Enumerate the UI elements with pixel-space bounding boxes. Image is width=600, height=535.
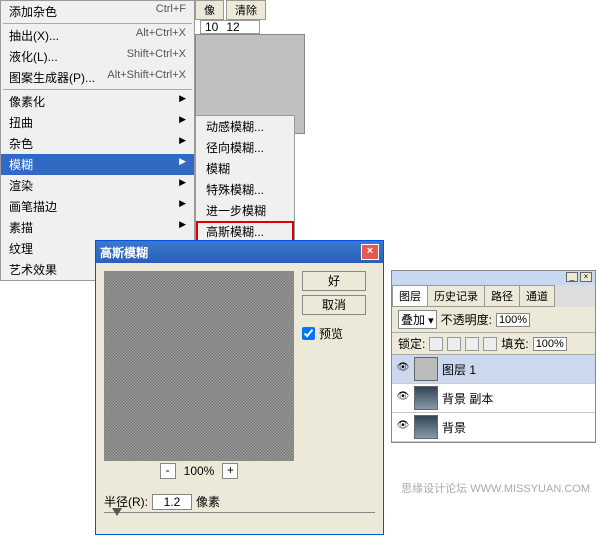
- sub-motion-blur[interactable]: 动感模糊...: [196, 116, 294, 137]
- panel-close-icon[interactable]: ×: [580, 272, 592, 282]
- sub-radial-blur[interactable]: 径向模糊...: [196, 137, 294, 158]
- ok-button[interactable]: 好: [302, 271, 366, 291]
- zoom-in-button[interactable]: +: [222, 463, 238, 479]
- menu-brush[interactable]: 画笔描边: [1, 196, 194, 217]
- dialog-title: 高斯模糊: [100, 244, 148, 261]
- lock-all-icon[interactable]: [483, 337, 497, 351]
- menu-add-noise[interactable]: 添加杂色Ctrl+F: [1, 1, 194, 22]
- menu-distort[interactable]: 扭曲: [1, 112, 194, 133]
- tab-channels[interactable]: 通道: [519, 285, 555, 307]
- blur-submenu: 动感模糊... 径向模糊... 模糊 特殊模糊... 进一步模糊 高斯模糊...: [195, 115, 295, 243]
- lock-label: 锁定:: [398, 335, 425, 352]
- layer-name: 图层 1: [442, 361, 476, 378]
- tab-paths[interactable]: 路径: [484, 285, 520, 307]
- layers-panel: _ × 图层 历史记录 路径 通道 叠加 ▾ 不透明度: 100% 锁定: 填充…: [391, 270, 596, 443]
- layer-thumb: [414, 357, 438, 381]
- menu-sketch[interactable]: 素描: [1, 217, 194, 238]
- fill-label: 填充:: [501, 335, 528, 352]
- ruler: 1012: [200, 20, 260, 34]
- menu-liquify[interactable]: 液化(L)...Shift+Ctrl+X: [1, 46, 194, 67]
- cancel-button[interactable]: 取消: [302, 295, 366, 315]
- sub-blur[interactable]: 模糊: [196, 158, 294, 179]
- menu-pixelate[interactable]: 像素化: [1, 91, 194, 112]
- lock-paint-icon[interactable]: [447, 337, 461, 351]
- menu-render[interactable]: 渲染: [1, 175, 194, 196]
- lock-transparency-icon[interactable]: [429, 337, 443, 351]
- panel-minimize-icon[interactable]: _: [566, 272, 578, 282]
- preview-area[interactable]: [104, 271, 294, 461]
- filter-menu: 添加杂色Ctrl+F 抽出(X)...Alt+Ctrl+X 液化(L)...Sh…: [0, 0, 195, 281]
- layer-thumb: [414, 386, 438, 410]
- close-icon[interactable]: ×: [361, 244, 379, 260]
- blend-mode-select[interactable]: 叠加 ▾: [398, 310, 437, 329]
- sub-blur-more[interactable]: 进一步模糊: [196, 200, 294, 221]
- slider-thumb-icon[interactable]: [112, 508, 122, 516]
- layer-row-2[interactable]: 👁 背景 副本: [392, 384, 595, 413]
- menu-extract[interactable]: 抽出(X)...Alt+Ctrl+X: [1, 25, 194, 46]
- fill-input[interactable]: 100%: [533, 337, 567, 351]
- toolbar-btn-1[interactable]: 像: [195, 0, 224, 20]
- gaussian-blur-dialog: 高斯模糊 × - 100% + 好 取消 预览 半径(R): 1.2 像素: [95, 240, 384, 535]
- tab-layers[interactable]: 图层: [392, 285, 428, 307]
- sub-gaussian-blur[interactable]: 高斯模糊...: [196, 221, 294, 242]
- zoom-level: 100%: [184, 464, 215, 478]
- toolbar: 像 清除: [195, 0, 266, 20]
- radius-input[interactable]: 1.2: [152, 494, 192, 510]
- layer-thumb: [414, 415, 438, 439]
- preview-checkbox[interactable]: [302, 327, 315, 340]
- preview-label: 预览: [319, 325, 343, 342]
- radius-slider[interactable]: [104, 512, 375, 528]
- menu-pattern[interactable]: 图案生成器(P)...Alt+Shift+Ctrl+X: [1, 67, 194, 88]
- menu-blur[interactable]: 模糊: [1, 154, 194, 175]
- panel-tabs: 图层 历史记录 路径 通道: [392, 285, 595, 307]
- layer-row-1[interactable]: 👁 图层 1: [392, 355, 595, 384]
- watermark: 思缘设计论坛 WWW.MISSYUAN.COM: [401, 480, 590, 496]
- visibility-icon[interactable]: 👁: [396, 391, 410, 405]
- menu-noise[interactable]: 杂色: [1, 133, 194, 154]
- opacity-input[interactable]: 100%: [496, 313, 530, 327]
- lock-position-icon[interactable]: [465, 337, 479, 351]
- layer-name: 背景 副本: [442, 390, 493, 407]
- toolbar-btn-clear[interactable]: 清除: [226, 0, 266, 20]
- dialog-titlebar[interactable]: 高斯模糊 ×: [96, 241, 383, 263]
- visibility-icon[interactable]: 👁: [396, 420, 410, 434]
- sub-special-blur[interactable]: 特殊模糊...: [196, 179, 294, 200]
- visibility-icon[interactable]: 👁: [396, 362, 410, 376]
- tab-history[interactable]: 历史记录: [427, 285, 485, 307]
- layer-row-3[interactable]: 👁 背景: [392, 413, 595, 442]
- zoom-out-button[interactable]: -: [160, 463, 176, 479]
- radius-label: 半径(R):: [104, 493, 148, 510]
- opacity-label: 不透明度:: [441, 311, 492, 328]
- pixel-label: 像素: [196, 493, 220, 510]
- layer-name: 背景: [442, 419, 466, 436]
